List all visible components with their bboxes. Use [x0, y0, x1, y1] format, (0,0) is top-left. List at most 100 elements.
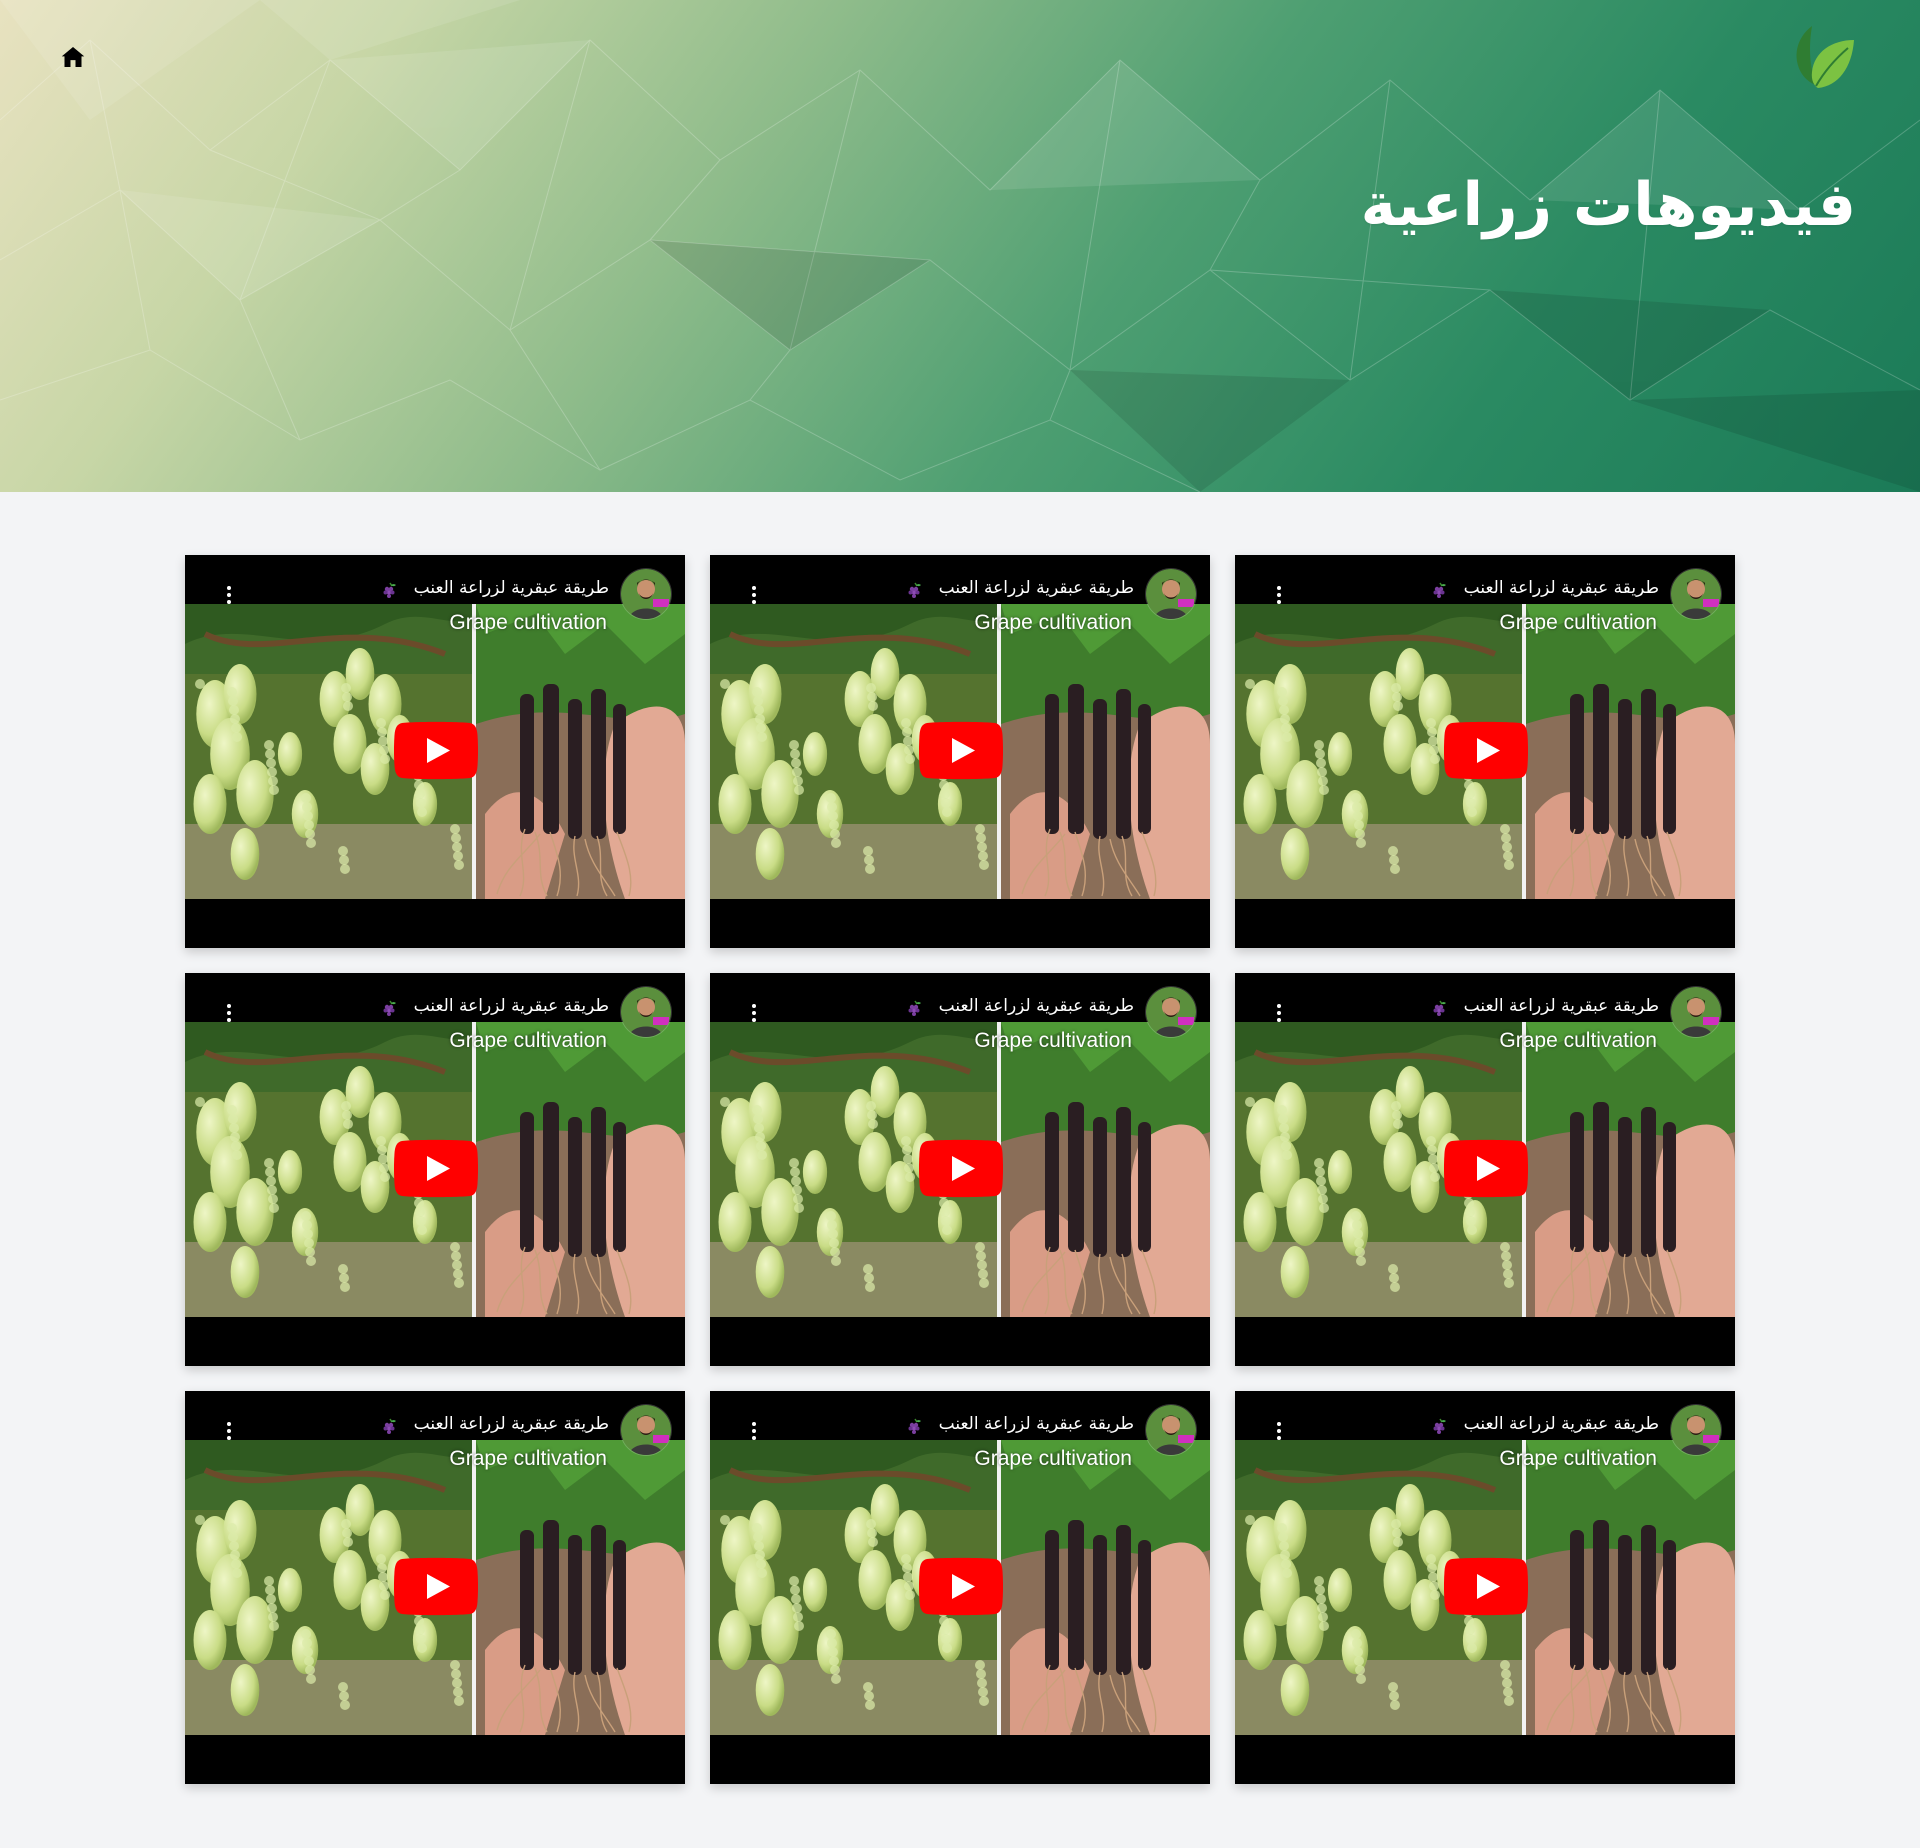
video-card-5[interactable]: طريقة عبقرية لزراعة العنب Grape cultivat… [710, 973, 1210, 1366]
youtube-play-icon [1443, 1139, 1529, 1198]
grape-emoji-icon [383, 582, 396, 598]
grape-berry-shape [868, 701, 878, 711]
grape-berry-shape [905, 1172, 915, 1182]
grape-berry-shape [1351, 793, 1361, 803]
video-title[interactable]: طريقة عبقرية لزراعة العنب [414, 1413, 609, 1435]
menu-dot [752, 1004, 756, 1008]
more-vert-icon[interactable] [748, 1420, 760, 1442]
home-button[interactable] [58, 42, 88, 72]
grape-berry-shape [380, 754, 390, 764]
video-card-3[interactable]: طريقة عبقرية لزراعة العنب Grape cultivat… [1235, 555, 1735, 948]
more-vert-icon[interactable] [1273, 584, 1285, 606]
grape-berry-shape [1245, 1515, 1255, 1525]
play-button[interactable] [918, 721, 1004, 780]
grape-berry-shape [340, 1700, 350, 1710]
video-title[interactable]: طريقة عبقرية لزراعة العنب [414, 995, 609, 1017]
video-title[interactable]: طريقة عبقرية لزراعة العنب [1464, 1413, 1659, 1435]
grape-berry-shape [826, 793, 836, 803]
channel-avatar[interactable] [621, 987, 671, 1037]
grape-berry-shape [305, 1665, 315, 1675]
grape-berry-shape [941, 1216, 951, 1226]
video-title[interactable]: طريقة عبقرية لزراعة العنب [1464, 577, 1659, 599]
video-card-9[interactable]: طريقة عبقرية لزراعة العنب Grape cultivat… [1235, 1391, 1735, 1784]
grape-berry-shape [755, 714, 765, 724]
grape-berry-shape [1388, 1264, 1398, 1274]
grape-berry-shape [1430, 1172, 1440, 1182]
menu-dot [752, 1422, 756, 1426]
video-bottom-bar [710, 899, 1210, 948]
grape-berry-shape [1314, 1576, 1324, 1586]
channel-avatar[interactable] [621, 569, 671, 619]
page-title: فيديوهات زراعية [1360, 170, 1856, 240]
channel-avatar[interactable] [1671, 569, 1721, 619]
grape-berry-shape [756, 1141, 766, 1151]
play-button[interactable] [1443, 1139, 1529, 1198]
channel-avatar[interactable] [1146, 1405, 1196, 1455]
grape-berry-shape [1353, 1229, 1363, 1239]
grape-berry-shape [942, 1643, 952, 1653]
channel-avatar[interactable] [1146, 987, 1196, 1037]
more-vert-icon[interactable] [223, 1420, 235, 1442]
video-title[interactable]: طريقة عبقرية لزراعة العنب [939, 577, 1134, 599]
grape-berry-shape [866, 1101, 876, 1111]
grape-berry-shape [828, 1229, 838, 1239]
channel-avatar-image [621, 1405, 671, 1455]
grape-berry-shape [341, 683, 351, 693]
play-button[interactable] [918, 1139, 1004, 1198]
video-card-4[interactable]: طريقة عبقرية لزراعة العنب Grape cultivat… [185, 973, 685, 1366]
more-vert-icon[interactable] [748, 1002, 760, 1024]
grape-berry-shape [1426, 1136, 1436, 1146]
more-vert-icon[interactable] [748, 584, 760, 606]
grape-bunch-shape [1243, 1610, 1277, 1670]
menu-dot [1277, 1429, 1281, 1433]
grape-berry-shape [979, 1696, 989, 1706]
more-vert-icon[interactable] [1273, 1002, 1285, 1024]
grape-berry-shape [757, 1568, 767, 1578]
video-card-8[interactable]: طريقة عبقرية لزراعة العنب Grape cultivat… [710, 1391, 1210, 1784]
grape-berry-shape [343, 1537, 353, 1547]
grape-berry-shape [450, 1660, 460, 1670]
grape-berry-shape [1465, 1207, 1475, 1217]
play-button[interactable] [393, 1139, 479, 1198]
more-vert-icon[interactable] [1273, 1420, 1285, 1442]
play-button[interactable] [1443, 721, 1529, 780]
channel-avatar-image [621, 987, 671, 1037]
grape-berry-shape [231, 1141, 241, 1151]
more-vert-icon[interactable] [223, 584, 235, 606]
video-title[interactable]: طريقة عبقرية لزراعة العنب [939, 1413, 1134, 1435]
channel-avatar[interactable] [1671, 987, 1721, 1037]
grape-berry-shape [1356, 1256, 1366, 1266]
grape-berry-shape [976, 833, 986, 843]
play-button[interactable] [918, 1557, 1004, 1616]
video-caption: Grape cultivation [449, 1029, 607, 1052]
grape-berry-shape [1393, 1537, 1403, 1547]
youtube-play-icon [918, 1557, 1004, 1616]
video-title[interactable]: طريقة عبقرية لزراعة العنب [414, 577, 609, 599]
grape-berry-shape [1466, 798, 1476, 808]
video-title[interactable]: طريقة عبقرية لزراعة العنب [1464, 995, 1659, 1017]
grape-berry-shape [1281, 1141, 1291, 1151]
channel-avatar[interactable] [621, 1405, 671, 1455]
video-bottom-bar [185, 1317, 685, 1366]
grape-berry-shape [228, 1532, 238, 1542]
grape-berry-shape [269, 785, 279, 795]
play-button[interactable] [1443, 1557, 1529, 1616]
grape-emoji-icon [1433, 1418, 1446, 1434]
play-button[interactable] [393, 721, 479, 780]
site-logo[interactable] [1790, 20, 1858, 90]
channel-avatar[interactable] [1146, 569, 1196, 619]
grape-berry-shape [1502, 842, 1512, 852]
grape-berry-shape [827, 802, 837, 812]
channel-avatar-image [621, 569, 671, 619]
video-card-2[interactable]: طريقة عبقرية لزراعة العنب Grape cultivat… [710, 555, 1210, 948]
play-button[interactable] [393, 1557, 479, 1616]
more-vert-icon[interactable] [223, 1002, 235, 1024]
video-card-7[interactable]: طريقة عبقرية لزراعة العنب Grape cultivat… [185, 1391, 685, 1784]
channel-avatar[interactable] [1671, 1405, 1721, 1455]
grape-berry-shape [1466, 1216, 1476, 1226]
grape-berry-shape [1317, 1185, 1327, 1195]
video-card-6[interactable]: طريقة عبقرية لزراعة العنب Grape cultivat… [1235, 973, 1735, 1366]
video-title[interactable]: طريقة عبقرية لزراعة العنب [939, 995, 1134, 1017]
video-card-1[interactable]: طريقة عبقرية لزراعة العنب Grape cultivat… [185, 555, 685, 948]
grape-berry-shape [1501, 833, 1511, 843]
